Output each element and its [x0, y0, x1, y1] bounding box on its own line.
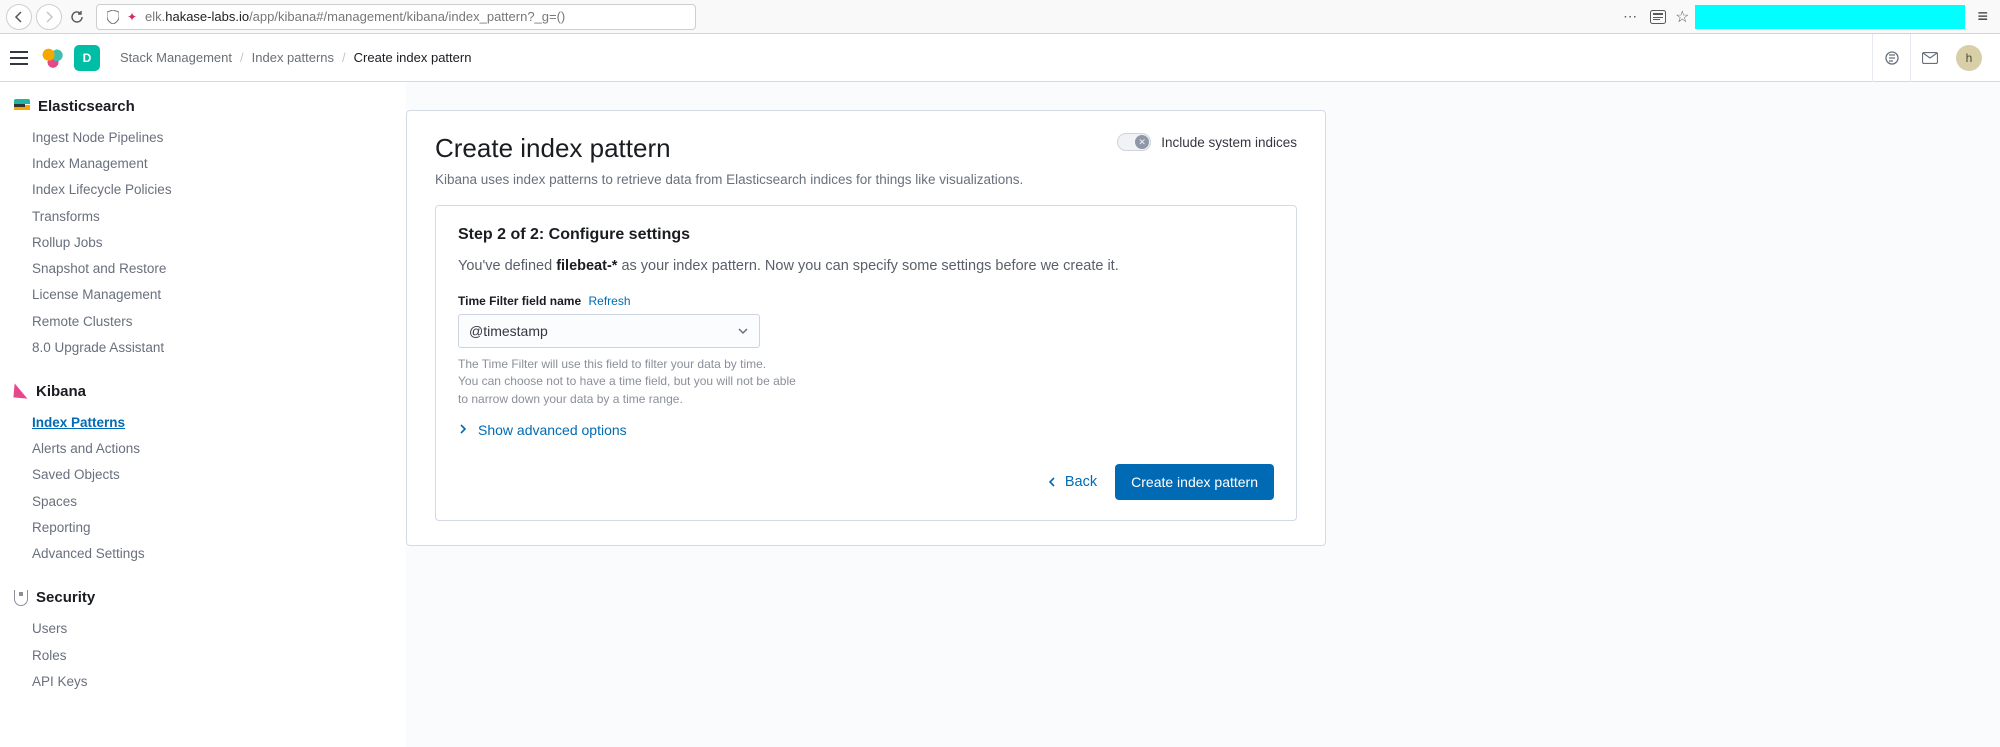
- page-title: Create index pattern: [435, 133, 1023, 164]
- sidebar-group-title: Kibana: [36, 383, 86, 400]
- url-host: hakase-labs.io: [165, 9, 249, 24]
- elasticsearch-logo-icon: [14, 99, 30, 115]
- step-description: You've defined filebeat-* as your index …: [458, 258, 1274, 274]
- url-path: /app/kibana#/management/kibana/index_pat…: [249, 9, 565, 24]
- sidebar-item-advanced-settings[interactable]: Advanced Settings: [14, 541, 386, 567]
- create-index-pattern-button[interactable]: Create index pattern: [1115, 464, 1274, 500]
- browser-more-icon[interactable]: ⋯: [1619, 6, 1641, 28]
- nav-toggle-button[interactable]: [10, 47, 32, 69]
- elastic-logo-icon[interactable]: [42, 47, 64, 69]
- sidebar-item-remote-clusters[interactable]: Remote Clusters: [14, 309, 386, 335]
- kibana-logo-icon: [13, 384, 28, 399]
- step-card: Step 2 of 2: Configure settings You've d…: [435, 205, 1297, 521]
- breadcrumb-index-patterns[interactable]: Index patterns: [252, 50, 334, 65]
- sidebar-item-index-lifecycle-policies[interactable]: Index Lifecycle Policies: [14, 177, 386, 203]
- management-sidebar: ElasticsearchIngest Node PipelinesIndex …: [0, 82, 406, 747]
- sidebar-item-reporting[interactable]: Reporting: [14, 515, 386, 541]
- browser-back-button[interactable]: [6, 4, 32, 30]
- sidebar-group-title: Security: [36, 589, 95, 606]
- sidebar-group-kibana: Kibana: [14, 383, 386, 400]
- browser-url-text: elk.hakase-labs.io/app/kibana#/managemen…: [145, 9, 565, 24]
- sidebar-item-saved-objects[interactable]: Saved Objects: [14, 462, 386, 488]
- sidebar-item-api-keys[interactable]: API Keys: [14, 669, 386, 695]
- time-filter-field-label: Time Filter field name Refresh: [458, 294, 631, 308]
- browser-reload-button[interactable]: [66, 6, 88, 28]
- mail-icon[interactable]: [1910, 34, 1948, 82]
- sidebar-item-ingest-node-pipelines[interactable]: Ingest Node Pipelines: [14, 125, 386, 151]
- include-system-indices-label: Include system indices: [1161, 135, 1297, 150]
- back-button[interactable]: Back: [1047, 474, 1097, 490]
- url-subdomain: elk.: [145, 9, 165, 24]
- sidebar-group-title: Elasticsearch: [38, 98, 135, 115]
- sidebar-item-users[interactable]: Users: [14, 616, 386, 642]
- page-subtitle: Kibana uses index patterns to retrieve d…: [435, 172, 1023, 187]
- main-content: Create index pattern Kibana uses index p…: [406, 82, 2000, 747]
- browser-chrome: ✦ elk.hakase-labs.io/app/kibana#/managem…: [0, 0, 2000, 34]
- sidebar-item-roles[interactable]: Roles: [14, 643, 386, 669]
- sidebar-item-snapshot-and-restore[interactable]: Snapshot and Restore: [14, 256, 386, 282]
- back-button-label: Back: [1065, 474, 1097, 490]
- include-system-indices-toggle[interactable]: [1117, 133, 1151, 151]
- browser-menu-icon[interactable]: ≡: [1971, 6, 1994, 27]
- sidebar-group-security: Security: [14, 589, 386, 606]
- breadcrumb-separator: /: [240, 50, 244, 65]
- sidebar-item-rollup-jobs[interactable]: Rollup Jobs: [14, 230, 386, 256]
- field-label-text: Time Filter field name: [458, 294, 581, 308]
- breadcrumb-separator: /: [342, 50, 346, 65]
- sidebar-item-alerts-and-actions[interactable]: Alerts and Actions: [14, 436, 386, 462]
- breadcrumb-current: Create index pattern: [354, 50, 472, 65]
- show-advanced-options-label: Show advanced options: [478, 422, 627, 438]
- security-shield-icon: [14, 590, 28, 606]
- sidebar-group-elasticsearch: Elasticsearch: [14, 98, 386, 115]
- space-selector-button[interactable]: D: [74, 45, 100, 71]
- chevron-down-icon: [737, 325, 749, 337]
- breadcrumb-stack-management[interactable]: Stack Management: [120, 50, 232, 65]
- user-avatar-button[interactable]: h: [1956, 45, 1982, 71]
- bookmark-star-icon[interactable]: ☆: [1675, 7, 1689, 27]
- helper-line-1: The Time Filter will use this field to f…: [458, 357, 766, 371]
- sidebar-item-license-management[interactable]: License Management: [14, 282, 386, 308]
- chevron-left-icon: [1047, 476, 1057, 488]
- sidebar-item-index-patterns[interactable]: Index Patterns: [14, 410, 386, 436]
- reader-view-icon[interactable]: [1647, 6, 1669, 28]
- step-desc-post: as your index pattern. Now you can speci…: [617, 258, 1118, 274]
- chevron-right-icon: [458, 423, 468, 435]
- step-desc-pattern: filebeat-*: [556, 258, 617, 274]
- show-advanced-options-button[interactable]: Show advanced options: [458, 422, 1274, 438]
- shield-icon: [105, 6, 121, 28]
- step-desc-pre: You've defined: [458, 258, 556, 274]
- newsfeed-icon[interactable]: [1872, 34, 1910, 82]
- refresh-fields-link[interactable]: Refresh: [589, 294, 631, 308]
- time-filter-field-value: @timestamp: [469, 323, 548, 339]
- create-index-pattern-panel: Create index pattern Kibana uses index p…: [406, 110, 1326, 546]
- helper-line-2: You can choose not to have a time field,…: [458, 374, 796, 405]
- sidebar-item-transforms[interactable]: Transforms: [14, 204, 386, 230]
- sidebar-item-spaces[interactable]: Spaces: [14, 489, 386, 515]
- breadcrumb: Stack Management / Index patterns / Crea…: [120, 50, 471, 65]
- browser-extension-area: [1695, 5, 1965, 29]
- browser-url-bar[interactable]: ✦ elk.hakase-labs.io/app/kibana#/managem…: [96, 4, 696, 30]
- browser-forward-button[interactable]: [36, 4, 62, 30]
- sidebar-item-index-management[interactable]: Index Management: [14, 151, 386, 177]
- time-filter-helper-text: The Time Filter will use this field to f…: [458, 356, 798, 408]
- kibana-top-nav: D Stack Management / Index patterns / Cr…: [0, 34, 2000, 82]
- sidebar-item-8-0-upgrade-assistant[interactable]: 8.0 Upgrade Assistant: [14, 335, 386, 361]
- step-title: Step 2 of 2: Configure settings: [458, 226, 1274, 244]
- favicon-icon: ✦: [125, 10, 139, 24]
- time-filter-field-select[interactable]: @timestamp: [458, 314, 760, 348]
